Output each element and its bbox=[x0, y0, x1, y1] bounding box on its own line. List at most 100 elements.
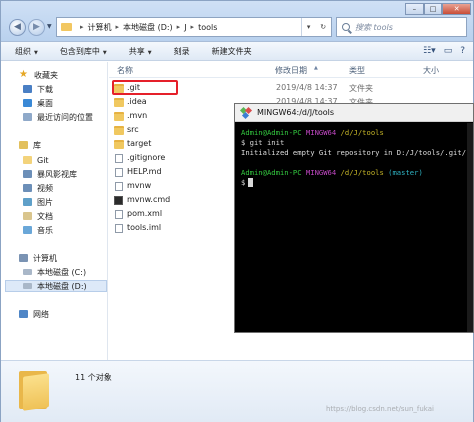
column-header: 名称 ▲ 修改日期 类型 大小 bbox=[109, 62, 473, 78]
column-date[interactable]: 修改日期 bbox=[275, 65, 307, 76]
nav-drive-d[interactable]: 本地磁盘 (D:) bbox=[5, 280, 107, 292]
address-bar[interactable]: ▸ 计算机 ▸ 本地磁盘 (D:) ▸ J ▸ tools ▾ ↻ bbox=[56, 17, 332, 37]
search-input[interactable]: 搜索 tools bbox=[336, 17, 467, 37]
file-type: 文件夹 bbox=[349, 84, 373, 93]
chevron-down-icon[interactable]: ▾ bbox=[307, 23, 311, 31]
terminal-window[interactable]: MINGW64:/d/J/tools Admin@Admin-PC MINGW6… bbox=[234, 103, 474, 333]
nav-computer[interactable]: 计算机 bbox=[19, 252, 107, 264]
close-button[interactable]: ✕ bbox=[442, 3, 472, 15]
git-folder-highlight bbox=[112, 80, 178, 95]
file-name: .mvn bbox=[127, 111, 148, 120]
forward-button[interactable]: ▶ bbox=[28, 19, 45, 36]
cmd-file-icon bbox=[114, 196, 123, 205]
refresh-icon[interactable]: ↻ bbox=[320, 23, 326, 31]
search-placeholder: 搜索 tools bbox=[355, 22, 393, 32]
item-count: 11 个对象 bbox=[75, 373, 112, 382]
command-text: git init bbox=[249, 138, 285, 147]
documents-icon bbox=[23, 212, 32, 220]
sort-up-icon: ▲ bbox=[314, 65, 318, 71]
pictures-icon bbox=[23, 198, 32, 206]
nav-label: 最近访问的位置 bbox=[37, 112, 93, 122]
search-icon bbox=[342, 23, 350, 31]
recent-places-icon bbox=[23, 113, 32, 121]
nav-storm-video[interactable]: 暴风影视库 bbox=[23, 168, 107, 180]
chevron-right-icon[interactable]: ▸ bbox=[80, 23, 84, 31]
command-output: Initialized empty Git repository in D:/J… bbox=[241, 148, 467, 157]
file-icon bbox=[115, 154, 123, 163]
nav-pictures[interactable]: 图片 bbox=[23, 196, 107, 208]
column-name[interactable]: 名称 bbox=[117, 65, 133, 76]
prompt-user: Admin@Admin-PC bbox=[241, 128, 302, 137]
nav-label: 计算机 bbox=[33, 253, 57, 263]
column-type[interactable]: 类型 bbox=[349, 65, 365, 76]
prompt-shell: MINGW64 bbox=[305, 168, 337, 177]
download-folder-icon bbox=[23, 85, 32, 93]
nav-libraries[interactable]: 库 bbox=[19, 139, 107, 151]
nav-drive-c[interactable]: 本地磁盘 (C:) bbox=[23, 266, 107, 278]
include-in-library-button[interactable]: 包含到库中 ▼ bbox=[60, 46, 107, 57]
new-folder-button[interactable]: 新建文件夹 bbox=[212, 46, 252, 57]
minimize-button[interactable]: – bbox=[405, 3, 424, 15]
chevron-right-icon[interactable]: ▸ bbox=[177, 23, 181, 31]
chevron-right-icon[interactable]: ▸ bbox=[191, 23, 195, 31]
help-icon[interactable]: ? bbox=[460, 46, 465, 56]
preview-pane-icon[interactable]: ▭ bbox=[444, 46, 453, 56]
nav-label: 暴风影视库 bbox=[37, 169, 77, 179]
nav-music[interactable]: 音乐 bbox=[23, 224, 107, 236]
folder-front-shape bbox=[23, 373, 49, 411]
burn-button[interactable]: 刻录 bbox=[174, 46, 190, 57]
nav-videos[interactable]: 视频 bbox=[23, 182, 107, 194]
nav-favorites[interactable]: ★ 收藏夹 bbox=[19, 69, 107, 81]
prompt-branch: (master) bbox=[388, 168, 423, 177]
share-button[interactable]: 共享 ▼ bbox=[129, 46, 152, 57]
back-button[interactable]: ◀ bbox=[9, 19, 26, 36]
navigation-pane: ★ 收藏夹 下载 桌面 最近访问的位置 库 Git 暴风影视库 视频 图片 文档 bbox=[1, 62, 108, 360]
breadcrumb-j[interactable]: J bbox=[184, 23, 186, 32]
music-icon bbox=[23, 226, 32, 234]
command-line: $ git init bbox=[241, 138, 469, 148]
terminal-output[interactable]: Admin@Admin-PC MINGW64 /d/J/tools $ git i… bbox=[241, 128, 469, 188]
file-name: HELP.md bbox=[127, 167, 162, 176]
file-name: pom.xml bbox=[127, 209, 163, 218]
breadcrumb-computer[interactable]: 计算机 bbox=[88, 22, 112, 33]
nav-label: 网络 bbox=[33, 309, 49, 319]
nav-downloads[interactable]: 下载 bbox=[23, 83, 107, 95]
drive-icon bbox=[23, 283, 32, 289]
file-icon bbox=[115, 224, 123, 233]
prompt-symbol: $ bbox=[241, 178, 246, 187]
prompt-path: /d/J/tools bbox=[340, 168, 384, 177]
file-icon bbox=[115, 210, 123, 219]
terminal-scrollbar[interactable] bbox=[467, 123, 473, 332]
terminal-title: MINGW64:/d/J/tools bbox=[257, 108, 335, 117]
nav-documents[interactable]: 文档 bbox=[23, 210, 107, 222]
file-name: tools.iml bbox=[127, 223, 162, 232]
nav-desktop[interactable]: 桌面 bbox=[23, 97, 107, 109]
nav-label: 收藏夹 bbox=[34, 70, 58, 80]
window-controls: – □ ✕ bbox=[405, 3, 472, 15]
organize-button[interactable]: 组织 ▼ bbox=[15, 46, 38, 57]
terminal-titlebar[interactable]: MINGW64:/d/J/tools bbox=[235, 104, 473, 122]
star-icon: ★ bbox=[19, 69, 28, 80]
chevron-right-icon[interactable]: ▸ bbox=[116, 23, 120, 31]
drive-icon bbox=[23, 269, 32, 275]
view-options-icon[interactable]: ☷▾ bbox=[423, 46, 436, 56]
file-name: mvnw bbox=[127, 181, 152, 190]
nav-git[interactable]: Git bbox=[23, 154, 107, 166]
folder-icon bbox=[23, 156, 32, 164]
history-dropdown-icon[interactable]: ▼ bbox=[47, 23, 52, 30]
column-size[interactable]: 大小 bbox=[423, 65, 439, 76]
network-icon bbox=[19, 310, 28, 318]
breadcrumb-tools[interactable]: tools bbox=[198, 23, 217, 32]
nav-network[interactable]: 网络 bbox=[19, 308, 107, 320]
file-date: 2019/4/8 14:37 bbox=[276, 83, 338, 92]
nav-label: 音乐 bbox=[37, 225, 53, 235]
nav-label: 图片 bbox=[37, 197, 53, 207]
breadcrumb-drive-d[interactable]: 本地磁盘 (D:) bbox=[123, 22, 173, 33]
nav-label: 桌面 bbox=[37, 98, 53, 108]
folder-icon bbox=[114, 140, 124, 149]
nav-label: 本地磁盘 (D:) bbox=[37, 281, 87, 291]
maximize-button[interactable]: □ bbox=[423, 3, 443, 15]
nav-recent[interactable]: 最近访问的位置 bbox=[23, 111, 107, 123]
prompt-shell: MINGW64 bbox=[305, 128, 337, 137]
